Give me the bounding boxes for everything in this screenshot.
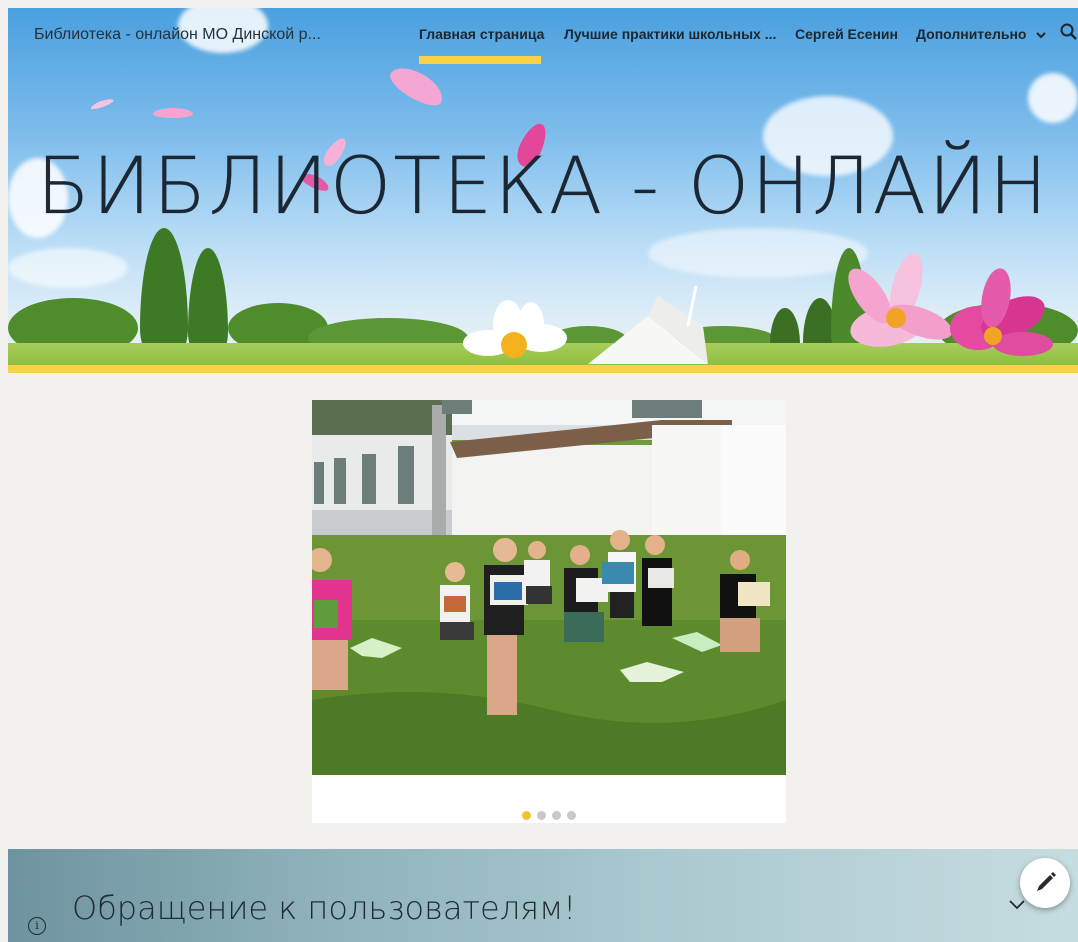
edit-button[interactable] [1020, 858, 1070, 908]
photo-children-reading [312, 400, 786, 775]
header-divider [8, 365, 1078, 373]
nav-sergey-esenin[interactable]: Сергей Есенин [795, 26, 898, 42]
announcement-section: i Обращение к пользователям! [8, 849, 1078, 942]
open-book-illustration [588, 286, 708, 364]
pencil-icon [1037, 872, 1056, 891]
petal [153, 108, 193, 118]
tree [188, 248, 228, 353]
cloud [1028, 73, 1078, 123]
search-button[interactable] [1060, 22, 1078, 44]
section-title: Обращение к пользователям! [72, 889, 577, 927]
petal [385, 60, 449, 112]
info-icon[interactable]: i [28, 917, 46, 935]
tree [140, 228, 188, 353]
header-banner: Библиотека - онлайон МО Динской р... Гла… [8, 8, 1078, 365]
cosmos-flower-illustration [848, 253, 1053, 356]
daisy-center [501, 332, 527, 358]
cloud [8, 248, 128, 288]
nav-more[interactable]: Дополнительно [916, 26, 1047, 42]
carousel-dot-3[interactable] [552, 811, 561, 820]
nav-best-practices[interactable]: Лучшие практики школьных ... [564, 26, 776, 42]
carousel-indicators [312, 811, 786, 820]
chevron-down-icon [1036, 32, 1047, 39]
nav-more-label: Дополнительно [916, 26, 1027, 42]
nav-active-indicator [419, 56, 541, 64]
page: Библиотека - онлайон МО Динской р... Гла… [0, 0, 1078, 942]
carousel-photo[interactable] [312, 400, 786, 775]
carousel-dot-2[interactable] [537, 811, 546, 820]
site-title[interactable]: Библиотека - онлайон МО Динской р... [34, 26, 321, 44]
petal [89, 97, 115, 111]
carousel-dot-1[interactable] [522, 811, 531, 820]
nav-home[interactable]: Главная страница [419, 26, 544, 42]
search-icon [1060, 23, 1077, 40]
carousel-dot-4[interactable] [567, 811, 576, 820]
image-carousel[interactable] [312, 400, 786, 823]
hero-title: БИБЛИОТЕКА - ОНЛАЙН [36, 142, 1050, 232]
top-navigation: Библиотека - онлайон МО Динской р... Гла… [8, 8, 1078, 64]
daisy-illustration [463, 300, 568, 365]
